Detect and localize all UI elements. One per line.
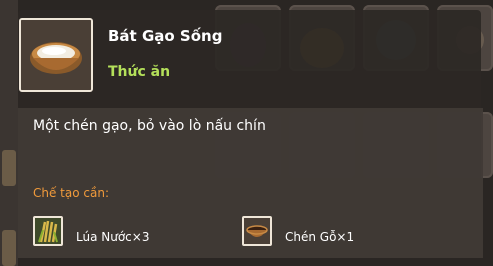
material-label: Chén Gỗ×1	[285, 230, 355, 244]
rice-plant-icon	[35, 218, 61, 244]
material-slot	[242, 216, 272, 246]
item-category: Thức ăn	[108, 64, 171, 80]
wooden-bowl-icon	[244, 218, 270, 244]
item-icon-frame	[19, 18, 93, 92]
rice-bowl-icon	[21, 20, 91, 90]
material-slot	[33, 216, 63, 246]
crafting-requirements-label: Chế tạo cần:	[33, 186, 109, 200]
item-description: Một chén gạo, bỏ vào lò nấu chín	[33, 118, 266, 134]
item-name: Bát Gạo Sống	[108, 27, 223, 45]
material-label: Lúa Nước×3	[76, 230, 150, 244]
